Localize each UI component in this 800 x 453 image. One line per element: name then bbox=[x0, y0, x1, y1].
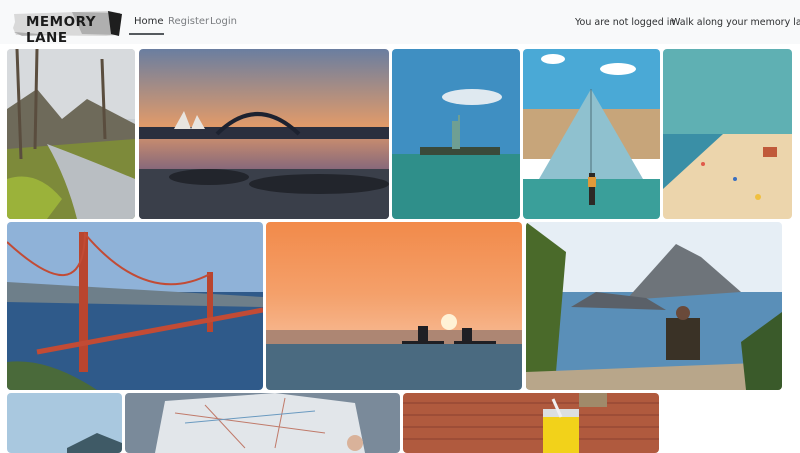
photo-golden-gate-bridge[interactable] bbox=[7, 222, 263, 390]
photo-mountain-lake[interactable] bbox=[7, 393, 122, 453]
nav-login-link[interactable]: Login bbox=[210, 16, 237, 27]
photo-juice-glass[interactable] bbox=[403, 393, 659, 453]
photo-sydney-harbour[interactable] bbox=[139, 49, 389, 219]
brand-logo[interactable]: MEMORY LANE bbox=[12, 8, 122, 46]
photo-sunset-paddleboarders[interactable] bbox=[266, 222, 522, 390]
photo-crowded-beach[interactable] bbox=[663, 49, 792, 219]
photo-louvre-pyramid[interactable] bbox=[523, 49, 660, 219]
photo-statue-of-liberty[interactable] bbox=[392, 49, 520, 219]
photo-forest-stream[interactable] bbox=[7, 49, 135, 219]
tagline-text: Walk along your memory lane... bbox=[671, 17, 800, 28]
photo-island-rocks-viewer[interactable] bbox=[526, 222, 782, 390]
brand-name: MEMORY LANE bbox=[26, 14, 96, 46]
login-status-text: You are not logged in bbox=[575, 17, 676, 28]
photo-road-map[interactable] bbox=[125, 393, 400, 453]
nav-home-link[interactable]: Home bbox=[134, 16, 164, 27]
active-nav-indicator bbox=[129, 33, 164, 35]
navbar: MEMORY LANE Home Register Login You are … bbox=[0, 0, 800, 46]
nav-register-link[interactable]: Register bbox=[168, 16, 209, 27]
